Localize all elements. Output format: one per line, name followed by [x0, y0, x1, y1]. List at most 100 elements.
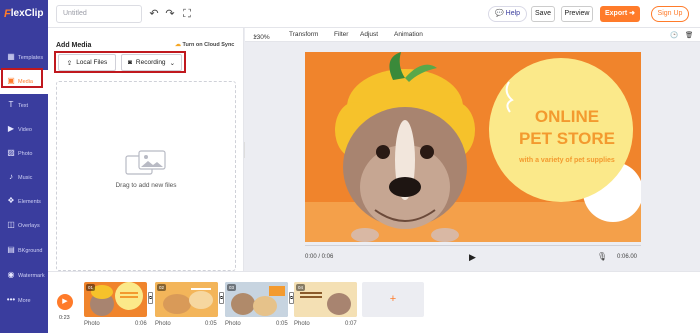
sidebar-item-elements[interactable]: ❖ Elements: [0, 190, 48, 214]
zoom-value: 130%: [253, 34, 270, 41]
sidebar-item-label: BKground: [18, 248, 43, 254]
preview-button[interactable]: Preview: [561, 6, 593, 22]
more-icon: •••: [6, 295, 16, 304]
subtitle: with a variety of pet supplies: [518, 157, 615, 164]
sidebar-item-label: Video: [18, 127, 32, 133]
sidebar-item-overlays[interactable]: ◫ Overlays: [0, 214, 48, 238]
overlays-icon: ◫: [7, 220, 15, 229]
clip-number: 02: [157, 284, 167, 291]
canvas-scene: ONLINE PET STORE with a variety of pet s…: [305, 52, 641, 242]
export-button[interactable]: Export ➜: [600, 6, 640, 22]
sidebar-item-label: Elements: [18, 199, 41, 205]
clip-duration: 0:05: [276, 321, 288, 327]
media-placeholder-icon: [125, 150, 166, 175]
clip-2[interactable]: 02: [155, 282, 218, 317]
clip-type-label: Photo: [294, 321, 310, 327]
sidebar-item-label: Overlays: [18, 223, 40, 229]
delete-icon[interactable]: 🗑: [685, 31, 693, 39]
top-bar: FlexClip Untitled ↶ ↷ ⛶ 💬 Help Save Prev…: [0, 0, 700, 28]
cloud-icon: ☁: [175, 42, 181, 48]
help-button[interactable]: 💬 Help: [488, 6, 528, 22]
redo-icon[interactable]: ↷: [163, 7, 177, 21]
sidebar-item-background[interactable]: ▤ BKground: [0, 239, 48, 263]
sidebar-item-label: Photo: [18, 151, 33, 157]
sidebar-item-music[interactable]: ♪ Music: [0, 166, 48, 190]
video-canvas[interactable]: ONLINE PET STORE with a variety of pet s…: [305, 52, 641, 242]
clip-number: 01: [86, 284, 96, 291]
background-icon: ▤: [7, 245, 15, 254]
signup-button[interactable]: Sign Up: [651, 6, 689, 22]
clip-number: 04: [296, 284, 306, 291]
media-dropzone[interactable]: Drag to add new files: [56, 81, 236, 271]
clip-type-label: Photo: [155, 321, 171, 327]
canvas-stage: ONLINE PET STORE with a variety of pet s…: [245, 43, 700, 271]
sidebar-item-text[interactable]: T Text: [0, 94, 48, 118]
clip-type-label: Photo: [84, 321, 100, 327]
timeline: ▶ 0:23 01 Photo 0:06 ⧉ 02 Photo 0:05 ⧉ 0…: [48, 271, 700, 333]
history-icon[interactable]: 🕒: [670, 31, 678, 39]
sidebar-item-video[interactable]: ▶ Video: [0, 118, 48, 142]
highlight-buttons: [54, 51, 186, 73]
microphone-icon[interactable]: 🎙: [597, 252, 607, 261]
clip-duration: 0:05: [205, 321, 217, 327]
adjust-button[interactable]: Adjust: [360, 31, 378, 38]
export-label: Export: [605, 10, 628, 17]
timeline-play-button[interactable]: ▶: [57, 294, 73, 310]
sidebar-item-templates[interactable]: ▦ Templates: [0, 46, 48, 70]
canvas-toolbar: 130% ⌄ Transform Filter Adjust Animation…: [245, 28, 700, 42]
clip-number: 03: [227, 284, 237, 291]
video-icon: ▶: [7, 124, 15, 133]
cloud-sync-toggle[interactable]: ☁ Turn on Cloud Sync: [175, 41, 234, 48]
add-clip-button[interactable]: +: [362, 282, 424, 317]
sidebar-item-label: Templates: [18, 55, 44, 61]
sidebar-item-label: More: [18, 298, 31, 304]
sidebar-item-label: Text: [18, 103, 29, 109]
sidebar-item-photo[interactable]: ▨ Photo: [0, 142, 48, 166]
timeline-total-duration: 0:23: [59, 315, 70, 321]
fullscreen-icon[interactable]: ⛶: [180, 7, 194, 21]
zoom-select[interactable]: 130% ⌄: [253, 31, 270, 41]
photo-icon: ▨: [7, 148, 15, 157]
filter-button[interactable]: Filter: [334, 31, 348, 38]
current-time: 0:00 / 0:06: [305, 254, 334, 260]
media-panel: Add Media ☁ Turn on Cloud Sync ⇪ Local Fi…: [48, 28, 244, 271]
transform-button[interactable]: Transform: [289, 31, 318, 38]
sidebar-item-more[interactable]: ••• More: [0, 289, 48, 313]
text-icon: T: [8, 100, 14, 109]
save-button[interactable]: Save: [531, 6, 555, 22]
grid-icon: ▦: [7, 52, 15, 61]
music-icon: ♪: [9, 172, 13, 181]
flexclip-logo[interactable]: FlexClip: [0, 0, 48, 28]
elements-icon: ❖: [7, 196, 15, 205]
clip-duration: 0:06: [135, 321, 147, 327]
animation-button[interactable]: Animation: [394, 31, 423, 38]
panel-title: Add Media: [56, 42, 92, 49]
clip-4[interactable]: 04: [294, 282, 357, 317]
sidebar-item-label: Music: [18, 175, 33, 181]
clip-type-label: Photo: [225, 321, 241, 327]
play-icon[interactable]: ▶: [469, 252, 476, 263]
undo-icon[interactable]: ↶: [147, 7, 161, 21]
sidebar-item-label: Watermark: [18, 273, 45, 279]
logo-text: lexClip: [10, 8, 44, 19]
transition-icon[interactable]: ⧉: [219, 292, 224, 304]
help-label: Help: [505, 10, 521, 17]
playback-progress-bar[interactable]: [305, 245, 641, 246]
total-time: 0:06.00: [617, 254, 638, 260]
dropzone-text: Drag to add new files: [115, 182, 177, 189]
title-line1: ONLINE: [535, 107, 599, 126]
project-title-input[interactable]: Untitled: [56, 5, 142, 23]
plus-icon: +: [389, 293, 397, 305]
flexclip-editor: FlexClip Untitled ↶ ↷ ⛶ 💬 Help Save Prev…: [0, 0, 700, 333]
title-line2: PET STORE: [519, 129, 615, 148]
clip-3[interactable]: 03: [225, 282, 288, 317]
watermark-icon: ◉: [7, 270, 15, 279]
sidebar-item-watermark[interactable]: ◉ Watermark: [0, 264, 48, 288]
transition-icon[interactable]: ⧉: [148, 292, 153, 304]
arrow-right-icon: ➜: [629, 10, 635, 17]
highlight-media: [1, 68, 43, 88]
clip-1[interactable]: 01: [84, 282, 147, 317]
logo-prefix: F: [4, 7, 11, 20]
cloud-sync-label: Turn on Cloud Sync: [182, 42, 235, 48]
clip-duration: 0:07: [345, 321, 357, 327]
